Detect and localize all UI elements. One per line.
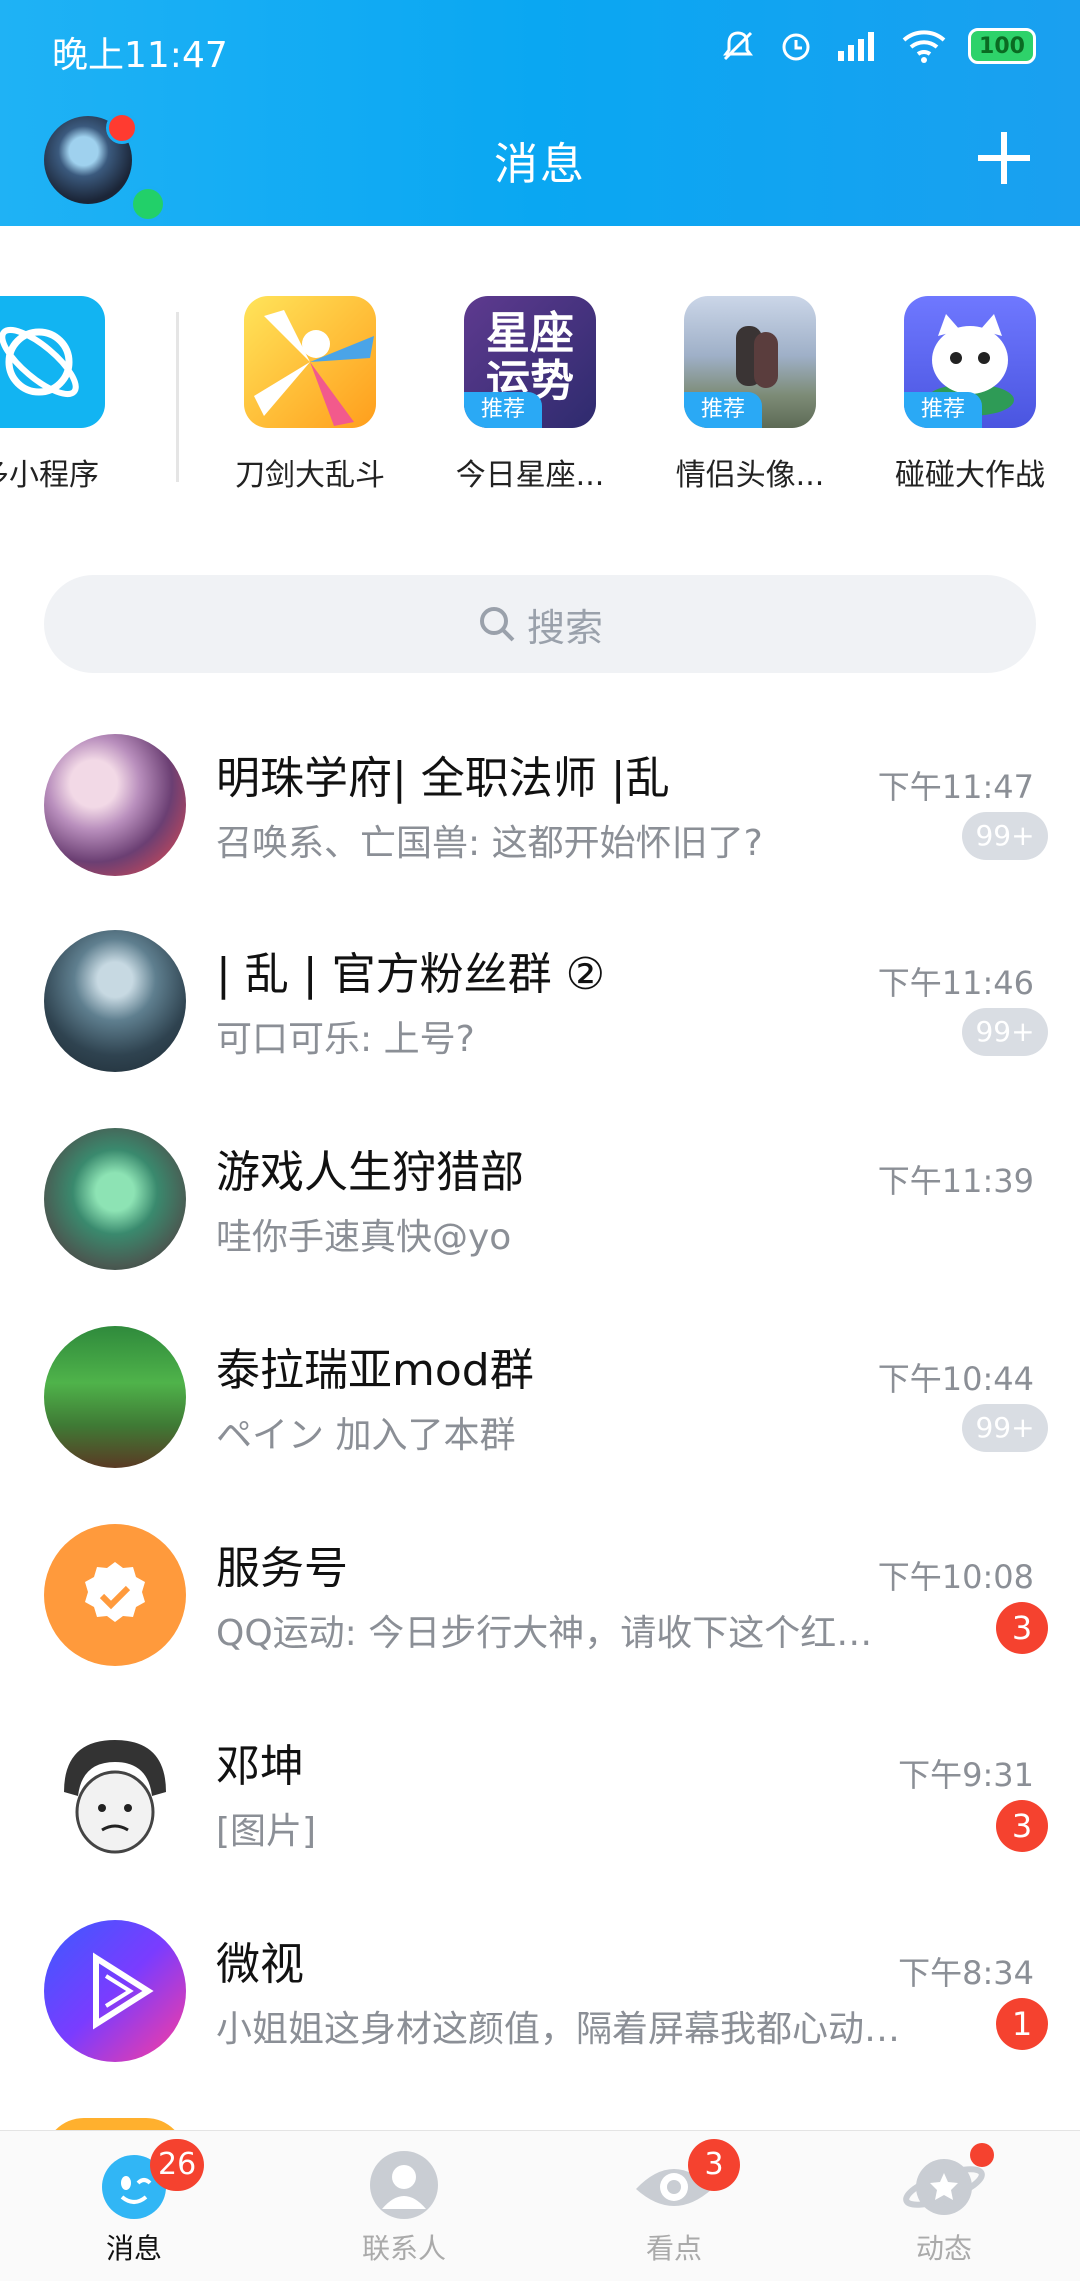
page-title: 消息 [494, 139, 586, 190]
chat-row[interactable]: | 乱 | 官方粉丝群 ② 可口可乐: 上号? 下午11:46 99+ [0, 930, 1080, 1126]
unread-badge: 3 [996, 1602, 1048, 1654]
search-icon [479, 607, 515, 642]
recommend-tag: 推荐 [684, 392, 762, 428]
chat-preview: 哇你手速真快@yo [216, 1217, 512, 1258]
mini-app-label: 情侣头像... [675, 458, 825, 493]
chat-avatar [44, 1326, 186, 1468]
highlights-badge: 3 [688, 2139, 740, 2191]
bottom-tab-bar: 26 消息 联系人 3 看点 动态 [0, 2130, 1080, 2281]
chat-preview: 小姐姐这身材这颜值，隔着屏幕我都心动… [216, 2009, 901, 2050]
alarm-icon [778, 28, 814, 64]
battery-icon: 100 [968, 28, 1036, 64]
chat-name: | 乱 | 官方粉丝群 ② [216, 949, 606, 1000]
mini-app-more[interactable]: 多小程序 [0, 296, 124, 494]
mini-app-sword-battle[interactable]: 刀剑大乱斗 [225, 296, 395, 494]
mini-app-label: 多小程序 [0, 458, 99, 493]
chat-bubble-icon: 26 [92, 2139, 205, 2227]
chat-preview: 可口可乐: 上号? [216, 1019, 475, 1060]
chat-preview: ペイン 加入了本群 [216, 1415, 516, 1456]
horoscope-icon: 星座运势 推荐 [464, 296, 596, 428]
service-badge-icon [44, 1524, 186, 1666]
top-header: 晚上11:47 100 消息 [0, 0, 1080, 226]
unread-badge: 99+ [962, 812, 1048, 860]
tab-contacts[interactable]: 联系人 [304, 2143, 504, 2267]
status-time: 晚上11:47 [52, 35, 228, 76]
chat-name: 微视 [216, 1939, 304, 1990]
mini-app-couple-avatar[interactable]: 推荐 情侣头像... [665, 296, 835, 494]
mini-app-bump-battle[interactable]: 推荐 碰碰大作战 [885, 296, 1055, 494]
mute-bell-icon [720, 28, 756, 64]
tab-highlights[interactable]: 3 看点 [574, 2139, 774, 2267]
signal-icon [836, 29, 880, 63]
chat-avatar [44, 734, 186, 876]
unread-badge: 99+ [962, 1404, 1048, 1452]
recommend-tag: 推荐 [464, 392, 542, 428]
search-bar[interactable]: 搜索 [44, 575, 1036, 673]
plus-icon [978, 132, 1030, 184]
tab-label: 联系人 [361, 2232, 446, 2265]
chat-name: 泰拉瑞亚mod群 [216, 1345, 534, 1396]
divider [176, 312, 179, 482]
chat-preview: 召唤系、亡国兽: 这都开始怀旧了? [216, 823, 763, 864]
cat-game-icon: 推荐 [904, 296, 1036, 428]
recommend-tag: 推荐 [904, 392, 982, 428]
unread-badge: 1 [996, 1998, 1048, 2050]
search-placeholder: 搜索 [526, 605, 603, 650]
add-button[interactable] [976, 130, 1032, 186]
chat-row[interactable]: 泰拉瑞亚mod群 ペイン 加入了本群 下午10:44 99+ [0, 1326, 1080, 1522]
chat-avatar [44, 930, 186, 1072]
chat-preview: [图片] [216, 1811, 317, 1852]
chat-preview: QQ运动: 今日步行大神，请收下这个红… [216, 1613, 873, 1654]
chat-row[interactable]: 邓坤 [图片] 下午9:31 3 [0, 1722, 1080, 1918]
chat-name: 游戏人生狩猎部 [216, 1147, 524, 1198]
feed-new-dot [970, 2143, 994, 2167]
chat-time: 下午10:44 [877, 1360, 1034, 1398]
planet-icon [0, 296, 105, 428]
sword-game-icon [244, 296, 376, 428]
chat-time: 下午8:34 [898, 1954, 1034, 1992]
chat-row[interactable]: 明珠学府| 全职法师 |乱 召唤系、亡国兽: 这都开始怀旧了? 下午11:47 … [0, 734, 1080, 930]
contact-person-icon [362, 2143, 446, 2227]
tab-feed[interactable]: 动态 [844, 2143, 1044, 2267]
tab-label: 动态 [915, 2232, 972, 2265]
mini-app-label: 碰碰大作战 [895, 458, 1045, 493]
eye-icon: 3 [632, 2139, 740, 2227]
chat-name: 服务号 [216, 1543, 348, 1594]
star-planet-icon [902, 2143, 994, 2227]
mini-app-strip: 多小程序 刀剑大乱斗 星座运势 推荐 今日星座... 推荐 情侣头像... 推荐… [0, 296, 1080, 506]
chat-row[interactable]: 游戏人生狩猎部 哇你手速真快@yo 下午11:39 [0, 1128, 1080, 1324]
mini-app-label: 刀剑大乱斗 [235, 458, 385, 493]
chat-row[interactable]: 服务号 QQ运动: 今日步行大神，请收下这个红… 下午10:08 3 [0, 1524, 1080, 1720]
tab-messages[interactable]: 26 消息 [34, 2139, 234, 2267]
chat-name: 明珠学府| 全职法师 |乱 [216, 753, 670, 804]
meme-avatar [44, 1722, 186, 1864]
wifi-icon [902, 29, 946, 63]
unread-badge: 99+ [962, 1008, 1048, 1056]
unread-badge: 3 [996, 1800, 1048, 1852]
chat-row[interactable]: 微视 小姐姐这身材这颜值，隔着屏幕我都心动… 下午8:34 1 [0, 1920, 1080, 2116]
tab-label: 看点 [645, 2232, 702, 2265]
chat-avatar [44, 1128, 186, 1270]
chat-time: 下午11:46 [877, 964, 1034, 1002]
chat-name: 邓坤 [216, 1741, 304, 1792]
chat-time: 下午10:08 [877, 1558, 1034, 1596]
mini-app-label: 今日星座... [455, 458, 605, 493]
status-icons: 100 [720, 24, 1036, 68]
tab-label: 消息 [105, 2232, 162, 2265]
chat-time: 下午9:31 [898, 1756, 1034, 1794]
couple-photo-icon: 推荐 [684, 296, 816, 428]
chat-time: 下午11:39 [877, 1162, 1034, 1200]
chat-time: 下午11:47 [877, 768, 1034, 806]
weishi-play-icon [44, 1920, 186, 2062]
messages-badge: 26 [150, 2139, 205, 2191]
mini-app-horoscope[interactable]: 星座运势 推荐 今日星座... [445, 296, 615, 494]
